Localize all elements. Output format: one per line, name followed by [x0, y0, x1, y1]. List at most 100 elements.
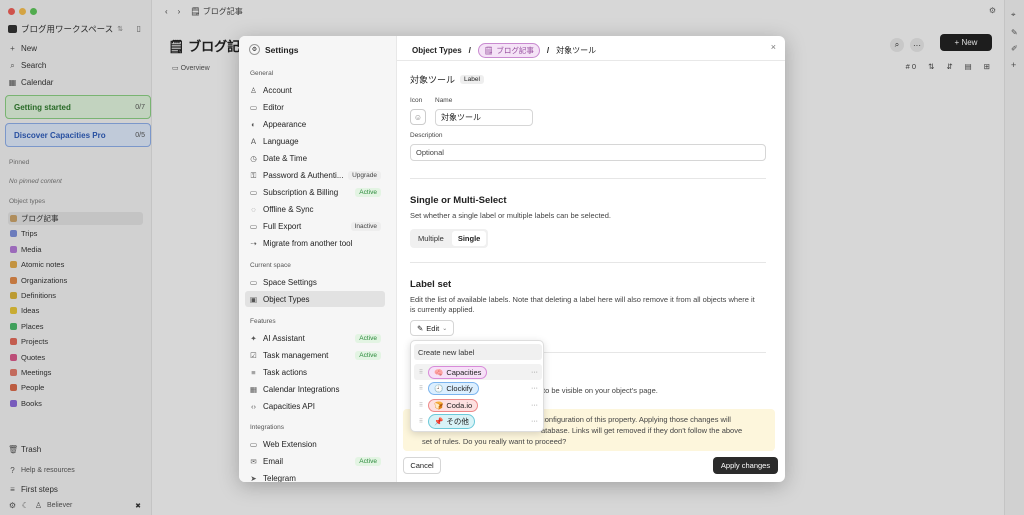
label-set-desc: Edit the list of available labels. Note … [410, 295, 755, 314]
nav-item[interactable]: ◌ Offline & Sync [245, 202, 385, 218]
nav-item[interactable]: ➤ Telegram [245, 470, 385, 482]
label-emoji-icon: 🧠 [434, 367, 444, 377]
web-icon: ▭ [249, 439, 258, 449]
name-field[interactable]: 対象ツール [435, 109, 533, 126]
label-row[interactable]: ⠿ 🧠 Capacities ··· [414, 364, 542, 380]
close-icon[interactable]: × [771, 42, 776, 52]
more-options-icon[interactable]: ··· [531, 402, 538, 409]
settings-modal: ⚙ Settings General ♙ Account ▭ Editor ◐ Appear… [239, 36, 785, 482]
nav-item-label: Telegram [263, 473, 296, 482]
label-chip[interactable]: 🕘 Clockify [428, 382, 479, 395]
property-type-badge: Label [460, 75, 484, 84]
nav-item-label: Subscription & Billing [263, 188, 339, 198]
nav-item[interactable]: ▭ Space Settings [245, 274, 385, 290]
select-mode-toggle: Multiple Single [410, 229, 489, 248]
nav-item-label: AI Assistant [263, 333, 305, 343]
crumb-object-types[interactable]: Object Types [412, 46, 462, 55]
nav-item-label: Account [263, 85, 292, 95]
nav-item[interactable]: ▦ Calendar Integrations [245, 381, 385, 397]
icon-picker[interactable]: ☺ [410, 109, 426, 125]
settings-nav: ⚙ Settings General ♙ Account ▭ Editor ◐ Appear… [239, 36, 397, 482]
label-chip[interactable]: 🧠 Capacities [428, 365, 488, 379]
more-options-icon[interactable]: ··· [531, 418, 538, 425]
label-dropdown: Create new label ⠿ 🧠 Capacities ··· ⠿ 🕘 Clocki… [410, 340, 544, 432]
nav-item[interactable]: ◐ Appearance [245, 116, 385, 132]
calendar-icon: ▦ [249, 384, 258, 394]
object-types-icon: ▣ [249, 294, 258, 304]
nav-item-label: Appearance [263, 119, 307, 129]
nav-item[interactable]: Ａ Language [245, 133, 385, 149]
nav-item[interactable]: ✉ Email Active [245, 453, 385, 469]
label-chip[interactable]: 🍞 Coda.io [428, 398, 479, 412]
nav-item-badge: Inactive [350, 222, 381, 232]
nav-item[interactable]: ◷ Date & Time [245, 150, 385, 166]
drag-handle-icon[interactable]: ⠿ [414, 402, 428, 409]
name-label: Name [435, 97, 453, 104]
sync-icon: ◌ [251, 205, 256, 215]
crumb-object[interactable]: 🗒 ブログ記事 [477, 43, 540, 58]
description-field[interactable]: Optional [410, 144, 766, 161]
nav-item[interactable]: ▭ Web Extension [245, 436, 385, 452]
nav-item[interactable]: ≡ Task actions [245, 364, 385, 380]
warning-text-1: configuration of this property. Applying… [541, 415, 731, 424]
nav-item-label: Space Settings [263, 277, 317, 287]
edit-labels-button[interactable]: ✎ Edit ⌄ [410, 320, 455, 336]
nav-item[interactable]: ⚿ Password & Authenti... Upgrade [245, 168, 385, 184]
icon-label: Icon [410, 97, 423, 104]
nav-item-label: Date & Time [263, 153, 308, 163]
nav-item[interactable]: ▣ Object Types [245, 291, 385, 308]
nav-item[interactable]: ▭ Subscription & Billing Active [245, 185, 385, 201]
visibility-text: to be visible on your object's page. [543, 386, 658, 395]
api-icon: ‹› [251, 401, 256, 411]
label-row[interactable]: ⠿ 📌 その他 ··· [414, 414, 542, 430]
more-options-icon[interactable]: ··· [531, 385, 538, 392]
nav-item-label: Email [263, 456, 284, 466]
label-text: Capacities [446, 367, 482, 377]
card-icon: ▭ [249, 188, 258, 198]
apply-changes-button[interactable]: Apply changes [713, 457, 778, 474]
nav-item[interactable]: ♙ Account [245, 82, 385, 98]
label-row[interactable]: ⠿ 🍞 Coda.io ··· [414, 397, 542, 413]
nav-section-header: Current space [250, 262, 291, 269]
telegram-icon: ➤ [250, 473, 257, 482]
nav-item-label: Offline & Sync [263, 205, 314, 215]
nav-item[interactable]: ✦ AI Assistant Active [245, 330, 385, 346]
nav-item-badge: Active [355, 188, 381, 198]
nav-item[interactable]: ⇢ Migrate from another tool [245, 236, 385, 252]
language-icon: Ａ [249, 136, 258, 146]
user-icon: ♙ [250, 85, 257, 95]
option-multiple[interactable]: Multiple [412, 231, 450, 246]
export-icon: ▭ [249, 222, 258, 232]
nav-item[interactable]: ☑ Task management Active [245, 347, 385, 363]
cancel-button[interactable]: Cancel [403, 457, 441, 474]
label-text: Coda.io [446, 400, 473, 410]
nav-item-label: Object Types [263, 294, 310, 304]
create-label-input[interactable]: Create new label [414, 344, 542, 360]
label-emoji-icon: 🕘 [434, 384, 444, 393]
drag-handle-icon[interactable]: ⠿ [414, 385, 428, 392]
header-divider [397, 60, 785, 61]
nav-item[interactable]: ‹› Capacities API [245, 398, 385, 414]
select-mode-desc: Set whether a single label or multiple l… [410, 211, 611, 220]
label-text: Clockify [446, 384, 473, 393]
breadcrumb-nav: Object Types / 🗒 ブログ記事 / 対象ツール [412, 43, 596, 58]
more-options-icon[interactable]: ··· [531, 369, 538, 376]
label-text: その他 [446, 417, 469, 426]
chevron-down-icon: ⌄ [442, 325, 448, 332]
nav-item[interactable]: ▭ Editor [245, 99, 385, 115]
nav-item-badge: Upgrade [348, 171, 381, 180]
nav-item-label: Calendar Integrations [263, 384, 340, 394]
warning-text-2: atabase. Links will get removed if they … [541, 426, 743, 435]
nav-item-label: Full Export [263, 222, 302, 232]
drag-handle-icon[interactable]: ⠿ [414, 418, 428, 425]
editor-icon: ▭ [249, 102, 258, 112]
nav-item[interactable]: ▭ Full Export Inactive [245, 219, 385, 235]
option-single[interactable]: Single [451, 231, 487, 246]
nav-item-label: Language [263, 136, 299, 146]
nav-item-label: Migrate from another tool [263, 239, 353, 249]
nav-item-badge: Active [355, 333, 381, 343]
divider [410, 178, 766, 179]
drag-handle-icon[interactable]: ⠿ [414, 369, 428, 376]
label-row[interactable]: ⠿ 🕘 Clockify ··· [414, 381, 542, 397]
label-chip[interactable]: 📌 その他 [428, 414, 475, 429]
